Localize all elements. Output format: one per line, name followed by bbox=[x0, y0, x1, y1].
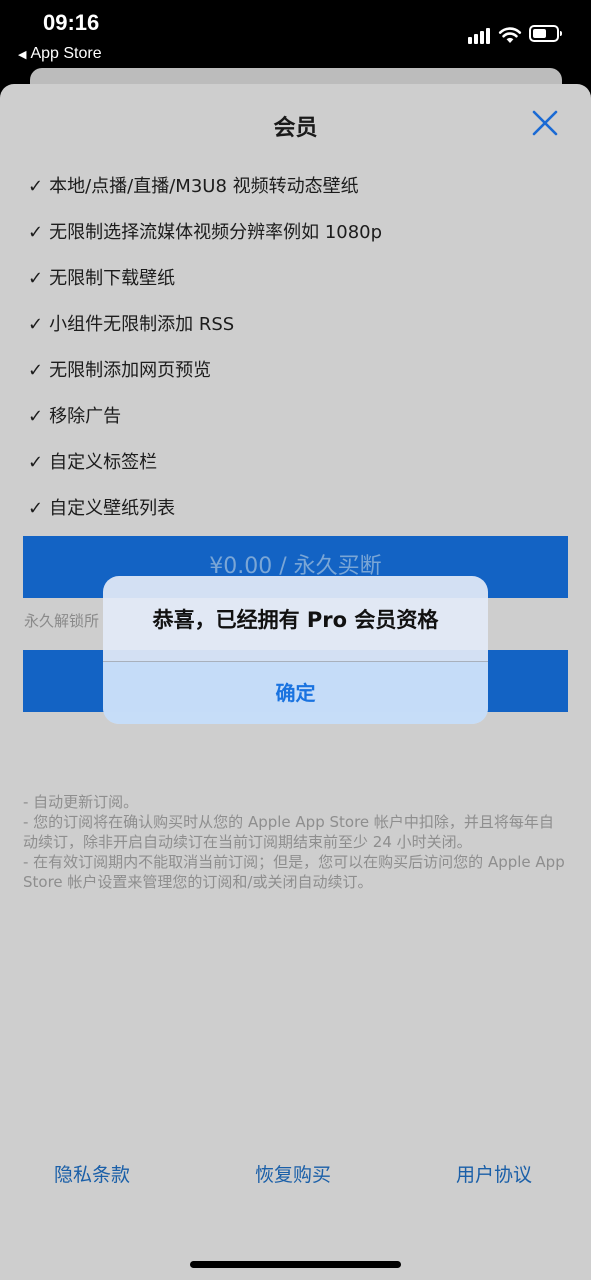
subscription-terms: - 自动更新订阅。 - 您的订阅将在确认购买时从您的 Apple App Sto… bbox=[23, 792, 568, 892]
feature-item: ✓ 无限制添加网页预览 bbox=[28, 356, 382, 402]
feature-label: 自定义标签栏 bbox=[49, 452, 158, 473]
check-icon: ✓ bbox=[28, 452, 44, 473]
check-icon: ✓ bbox=[28, 222, 44, 243]
feature-item: ✓ 本地/点播/直播/M3U8 视频转动态壁纸 bbox=[28, 172, 382, 218]
restore-purchase-link[interactable]: 恢复购买 bbox=[255, 1160, 331, 1187]
back-arrow-icon: ◀ bbox=[18, 49, 27, 61]
check-icon: ✓ bbox=[28, 176, 44, 197]
feature-label: 无限制选择流媒体视频分辨率例如 1080p bbox=[49, 222, 383, 243]
alert-confirm-button[interactable]: 确定 bbox=[103, 662, 488, 724]
feature-label: 自定义壁纸列表 bbox=[49, 498, 176, 519]
feature-label: 本地/点播/直播/M3U8 视频转动态壁纸 bbox=[49, 176, 359, 197]
check-icon: ✓ bbox=[28, 360, 44, 381]
privacy-policy-link[interactable]: 隐私条款 bbox=[54, 1160, 130, 1187]
success-alert: 恭喜，已经拥有 Pro 会员资格 确定 bbox=[103, 576, 488, 724]
terms-line: - 自动更新订阅。 bbox=[23, 793, 139, 811]
user-agreement-link[interactable]: 用户协议 bbox=[456, 1160, 532, 1187]
feature-list: ✓ 本地/点播/直播/M3U8 视频转动态壁纸 ✓ 无限制选择流媒体视频分辨率例如 … bbox=[28, 172, 382, 540]
back-app-label: App Store bbox=[30, 45, 102, 62]
home-indicator bbox=[190, 1261, 401, 1268]
feature-label: 无限制下载壁纸 bbox=[49, 268, 176, 289]
cellular-signal-icon bbox=[468, 28, 492, 44]
feature-item: ✓ 移除广告 bbox=[28, 402, 382, 448]
check-icon: ✓ bbox=[28, 268, 44, 289]
feature-label: 移除广告 bbox=[49, 406, 122, 427]
purchase-caption: 永久解锁所 bbox=[24, 612, 100, 630]
feature-item: ✓ 自定义壁纸列表 bbox=[28, 494, 382, 540]
sheet-title: 会员 bbox=[273, 116, 318, 141]
feature-item: ✓ 小组件无限制添加 RSS bbox=[28, 310, 382, 356]
back-to-app-store-link[interactable]: ◀ App Store bbox=[18, 45, 102, 63]
terms-line: - 在有效订阅期内不能取消当前订阅；但是，您可以在购买后访问您的 Apple A… bbox=[23, 853, 565, 891]
alert-message: 恭喜，已经拥有 Pro 会员资格 bbox=[152, 608, 439, 632]
wifi-icon bbox=[498, 27, 522, 43]
terms-line: - 您的订阅将在确认购买时从您的 Apple App Store 帐户中扣除，并… bbox=[23, 813, 554, 851]
check-icon: ✓ bbox=[28, 314, 44, 335]
feature-label: 无限制添加网页预览 bbox=[49, 360, 212, 381]
battery-icon bbox=[529, 25, 562, 42]
status-bar: 09:16 ◀ App Store bbox=[0, 0, 591, 70]
status-time: 09:16 bbox=[43, 10, 100, 35]
check-icon: ✓ bbox=[28, 498, 44, 519]
check-icon: ✓ bbox=[28, 406, 44, 427]
feature-item: ✓ 自定义标签栏 bbox=[28, 448, 382, 494]
close-icon[interactable] bbox=[530, 108, 560, 138]
feature-label: 小组件无限制添加 RSS bbox=[49, 314, 235, 335]
feature-item: ✓ 无限制下载壁纸 bbox=[28, 264, 382, 310]
feature-item: ✓ 无限制选择流媒体视频分辨率例如 1080p bbox=[28, 218, 382, 264]
